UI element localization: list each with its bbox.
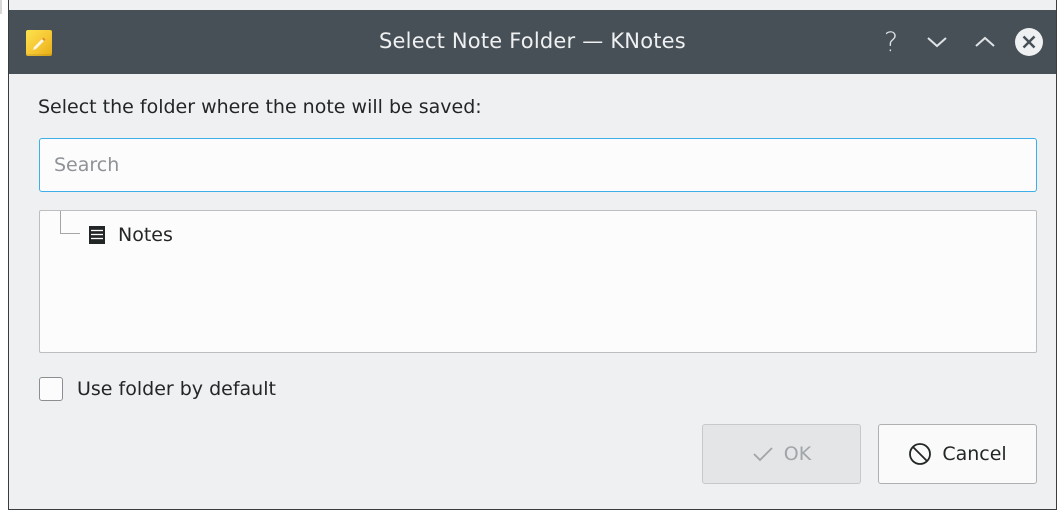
search-input[interactable] (39, 138, 1037, 192)
chevron-up-icon (975, 36, 995, 47)
cancel-label: Cancel (942, 443, 1007, 465)
tree-item-label: Notes (118, 224, 173, 246)
ok-label: OK (783, 443, 812, 465)
cancel-icon (909, 443, 932, 465)
help-button[interactable]: ? (875, 26, 907, 58)
dialog-content: Select the folder where the note will be… (9, 74, 1056, 509)
ok-button[interactable]: OK (702, 424, 861, 484)
tree-item-notes[interactable]: Notes (88, 221, 173, 249)
use-default-row[interactable]: Use folder by default (39, 374, 276, 404)
help-icon: ? (883, 26, 899, 58)
minimize-button[interactable] (921, 26, 953, 58)
folder-tree[interactable]: Notes (39, 210, 1037, 353)
prompt-label: Select the folder where the note will be… (38, 96, 482, 118)
close-icon (1015, 28, 1043, 56)
dialog-window: Select Note Folder — KNotes ? Select the… (8, 0, 1057, 510)
checkmark-icon (753, 447, 773, 462)
chevron-down-icon (927, 37, 947, 48)
close-button[interactable] (1013, 26, 1045, 58)
use-default-label[interactable]: Use folder by default (77, 378, 276, 400)
notes-folder-icon (89, 226, 105, 244)
tree-branch-line (60, 233, 80, 234)
tree-branch-line (60, 211, 61, 233)
title-bar[interactable]: Select Note Folder — KNotes ? (9, 10, 1056, 74)
maximize-button[interactable] (969, 26, 1001, 58)
cancel-button[interactable]: Cancel (878, 424, 1037, 484)
use-default-checkbox[interactable] (39, 377, 63, 401)
